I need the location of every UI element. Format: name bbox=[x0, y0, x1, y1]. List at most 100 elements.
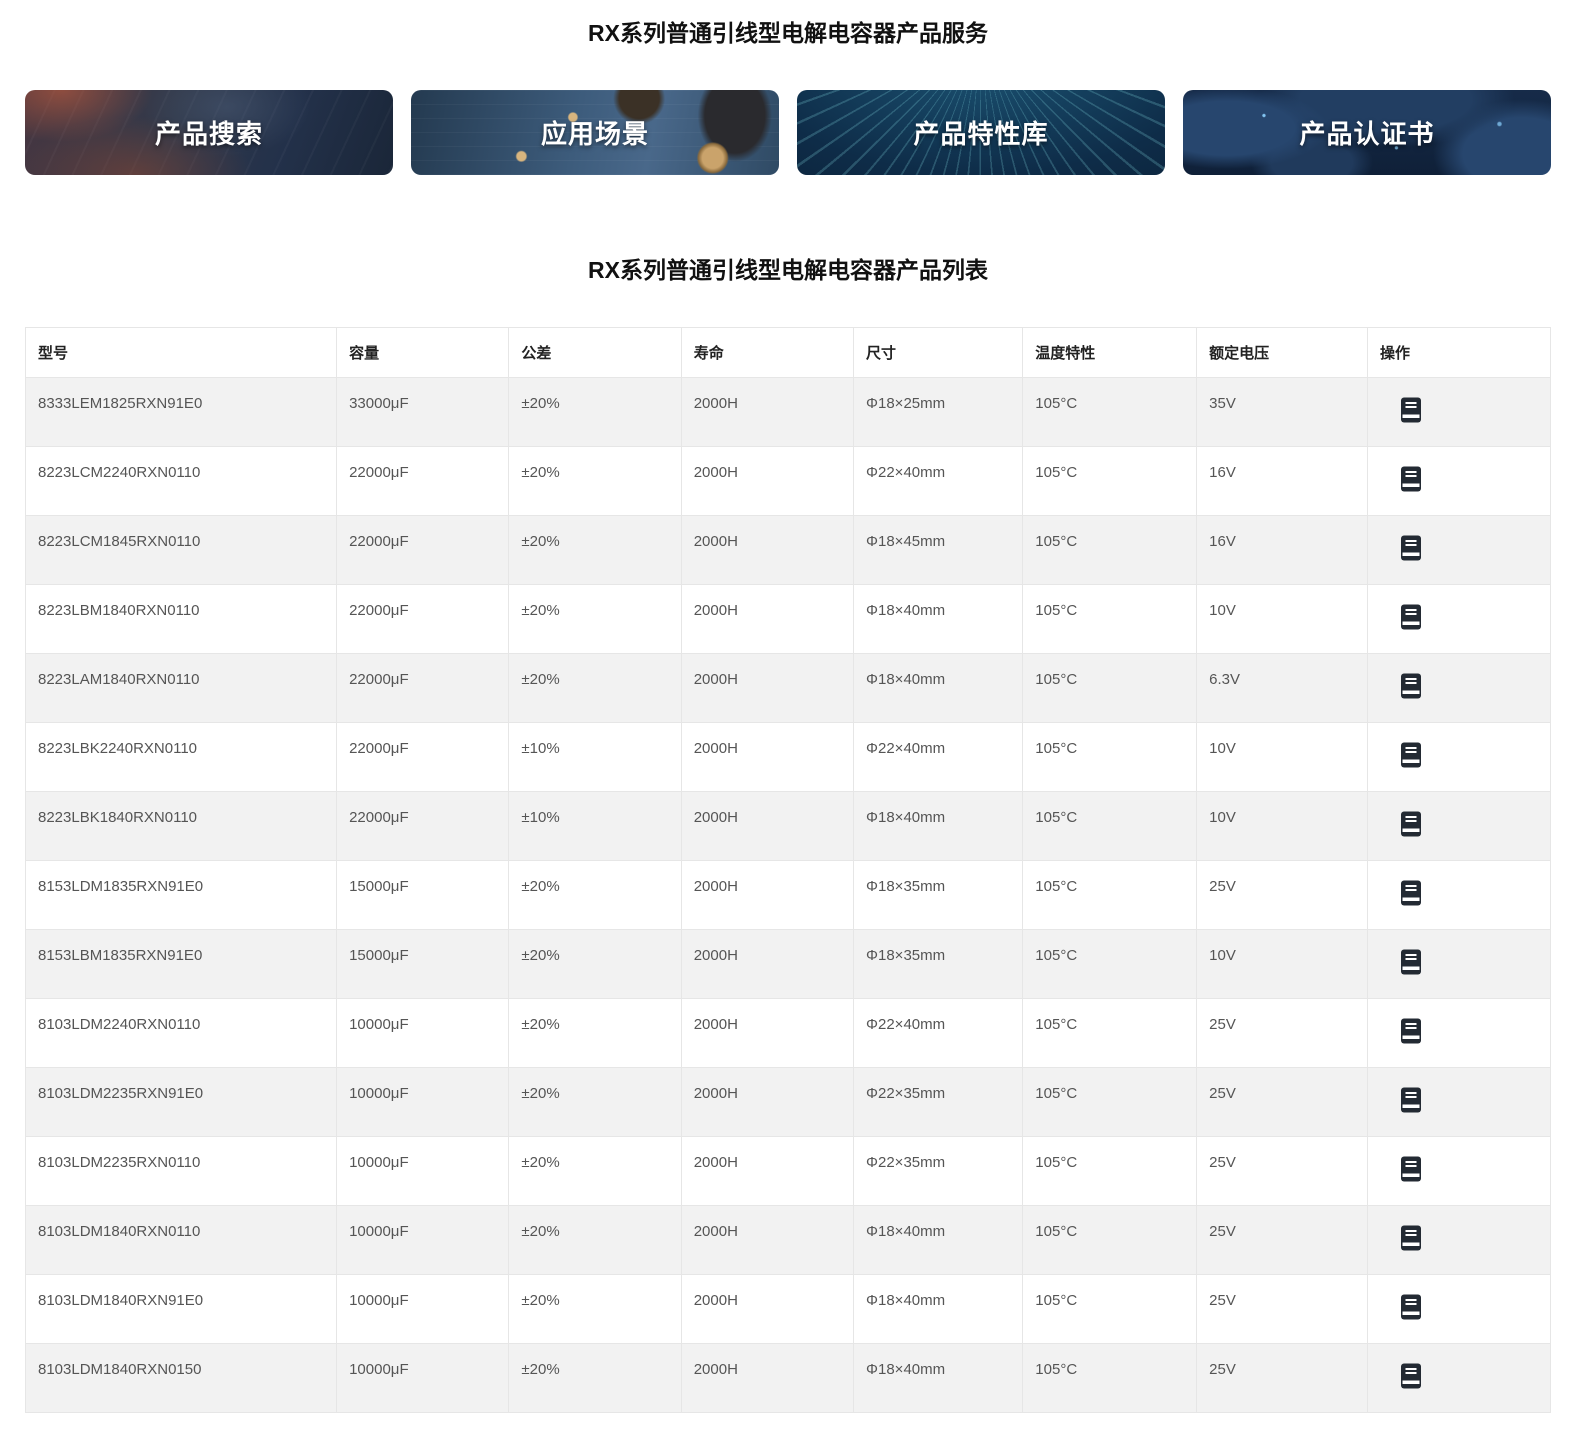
cell-temp: 105°C bbox=[1023, 930, 1197, 999]
detail-book-button[interactable] bbox=[1400, 604, 1422, 630]
cell-life: 2000H bbox=[681, 378, 853, 447]
cell-size: Φ22×35mm bbox=[854, 1068, 1023, 1137]
list-title: RX系列普通引线型电解电容器产品列表 bbox=[25, 255, 1551, 285]
detail-book-button[interactable] bbox=[1400, 880, 1422, 906]
banner-application-scenarios[interactable]: 应用场景 bbox=[411, 90, 779, 175]
banner-product-characteristics-library[interactable]: 产品特性库 bbox=[797, 90, 1165, 175]
cell-life: 2000H bbox=[681, 585, 853, 654]
cell-action bbox=[1367, 792, 1550, 861]
column-header-action: 操作 bbox=[1367, 328, 1550, 378]
banner-label: 产品特性库 bbox=[913, 114, 1048, 151]
book-icon bbox=[1400, 397, 1422, 423]
cell-life: 2000H bbox=[681, 861, 853, 930]
cell-voltage: 25V bbox=[1197, 999, 1368, 1068]
table-row: 8103LDM2235RXN011010000μF±20%2000HΦ22×35… bbox=[26, 1137, 1551, 1206]
column-header-capacity: 容量 bbox=[337, 328, 509, 378]
cell-voltage: 25V bbox=[1197, 1206, 1368, 1275]
cell-voltage: 25V bbox=[1197, 861, 1368, 930]
cell-voltage: 10V bbox=[1197, 792, 1368, 861]
table-row: 8223LCM1845RXN011022000μF±20%2000HΦ18×45… bbox=[26, 516, 1551, 585]
cell-action bbox=[1367, 723, 1550, 792]
cell-action bbox=[1367, 1206, 1550, 1275]
cell-life: 2000H bbox=[681, 792, 853, 861]
cell-life: 2000H bbox=[681, 447, 853, 516]
book-icon bbox=[1400, 673, 1422, 699]
cell-model: 8223LBK2240RXN0110 bbox=[26, 723, 337, 792]
cell-action bbox=[1367, 585, 1550, 654]
cell-capacity: 22000μF bbox=[337, 585, 509, 654]
cell-capacity: 22000μF bbox=[337, 792, 509, 861]
cell-tolerance: ±10% bbox=[509, 792, 681, 861]
cell-tolerance: ±20% bbox=[509, 999, 681, 1068]
book-icon bbox=[1400, 1087, 1422, 1113]
detail-book-button[interactable] bbox=[1400, 742, 1422, 768]
cell-action bbox=[1367, 447, 1550, 516]
cell-size: Φ22×40mm bbox=[854, 447, 1023, 516]
cell-size: Φ18×45mm bbox=[854, 516, 1023, 585]
table-row: 8153LBM1835RXN91E015000μF±20%2000HΦ18×35… bbox=[26, 930, 1551, 999]
cell-size: Φ18×40mm bbox=[854, 1206, 1023, 1275]
book-icon bbox=[1400, 1018, 1422, 1044]
banner-label: 产品搜索 bbox=[155, 114, 263, 151]
cell-voltage: 10V bbox=[1197, 930, 1368, 999]
table-row: 8103LDM1840RXN011010000μF±20%2000HΦ18×40… bbox=[26, 1206, 1551, 1275]
detail-book-button[interactable] bbox=[1400, 1087, 1422, 1113]
cell-tolerance: ±20% bbox=[509, 1206, 681, 1275]
product-table-wrap: 型号 容量 公差 寿命 尺寸 温度特性 额定电压 操作 8333LEM1825R… bbox=[25, 327, 1551, 1413]
cell-temp: 105°C bbox=[1023, 1068, 1197, 1137]
detail-book-button[interactable] bbox=[1400, 811, 1422, 837]
cell-size: Φ22×40mm bbox=[854, 723, 1023, 792]
column-header-voltage: 额定电压 bbox=[1197, 328, 1368, 378]
table-row: 8103LDM2240RXN011010000μF±20%2000HΦ22×40… bbox=[26, 999, 1551, 1068]
cell-tolerance: ±20% bbox=[509, 378, 681, 447]
cell-action bbox=[1367, 1068, 1550, 1137]
detail-book-button[interactable] bbox=[1400, 1225, 1422, 1251]
detail-book-button[interactable] bbox=[1400, 466, 1422, 492]
cell-size: Φ18×25mm bbox=[854, 378, 1023, 447]
cell-model: 8103LDM2240RXN0110 bbox=[26, 999, 337, 1068]
cell-model: 8103LDM2235RXN0110 bbox=[26, 1137, 337, 1206]
book-icon bbox=[1400, 1156, 1422, 1182]
detail-book-button[interactable] bbox=[1400, 1363, 1422, 1389]
cell-size: Φ18×40mm bbox=[854, 654, 1023, 723]
cell-temp: 105°C bbox=[1023, 654, 1197, 723]
banner-label: 产品认证书 bbox=[1299, 114, 1434, 151]
cell-voltage: 35V bbox=[1197, 378, 1368, 447]
cell-action bbox=[1367, 1275, 1550, 1344]
cell-voltage: 10V bbox=[1197, 585, 1368, 654]
book-icon bbox=[1400, 535, 1422, 561]
detail-book-button[interactable] bbox=[1400, 1294, 1422, 1320]
cell-capacity: 10000μF bbox=[337, 1344, 509, 1413]
cell-voltage: 16V bbox=[1197, 516, 1368, 585]
cell-temp: 105°C bbox=[1023, 723, 1197, 792]
detail-book-button[interactable] bbox=[1400, 673, 1422, 699]
cell-voltage: 25V bbox=[1197, 1137, 1368, 1206]
cell-life: 2000H bbox=[681, 930, 853, 999]
cell-action bbox=[1367, 861, 1550, 930]
table-row: 8223LBK2240RXN011022000μF±10%2000HΦ22×40… bbox=[26, 723, 1551, 792]
detail-book-button[interactable] bbox=[1400, 1156, 1422, 1182]
detail-book-button[interactable] bbox=[1400, 1018, 1422, 1044]
cell-size: Φ18×40mm bbox=[854, 1275, 1023, 1344]
book-icon bbox=[1400, 466, 1422, 492]
page: RX系列普通引线型电解电容器产品服务 产品搜索 应用场景 产品特性库 产品认证书… bbox=[0, 18, 1576, 1437]
cell-voltage: 6.3V bbox=[1197, 654, 1368, 723]
book-icon bbox=[1400, 742, 1422, 768]
detail-book-button[interactable] bbox=[1400, 535, 1422, 561]
detail-book-button[interactable] bbox=[1400, 949, 1422, 975]
cell-temp: 105°C bbox=[1023, 1206, 1197, 1275]
cell-life: 2000H bbox=[681, 516, 853, 585]
cell-action bbox=[1367, 1344, 1550, 1413]
detail-book-button[interactable] bbox=[1400, 397, 1422, 423]
banner-product-search[interactable]: 产品搜索 bbox=[25, 90, 393, 175]
service-title: RX系列普通引线型电解电容器产品服务 bbox=[25, 18, 1551, 48]
cell-capacity: 22000μF bbox=[337, 654, 509, 723]
table-row: 8223LBK1840RXN011022000μF±10%2000HΦ18×40… bbox=[26, 792, 1551, 861]
banner-product-certificates[interactable]: 产品认证书 bbox=[1183, 90, 1551, 175]
table-row: 8103LDM1840RXN91E010000μF±20%2000HΦ18×40… bbox=[26, 1275, 1551, 1344]
cell-action bbox=[1367, 654, 1550, 723]
cell-model: 8153LBM1835RXN91E0 bbox=[26, 930, 337, 999]
cell-temp: 105°C bbox=[1023, 861, 1197, 930]
table-row: 8333LEM1825RXN91E033000μF±20%2000HΦ18×25… bbox=[26, 378, 1551, 447]
cell-capacity: 22000μF bbox=[337, 723, 509, 792]
